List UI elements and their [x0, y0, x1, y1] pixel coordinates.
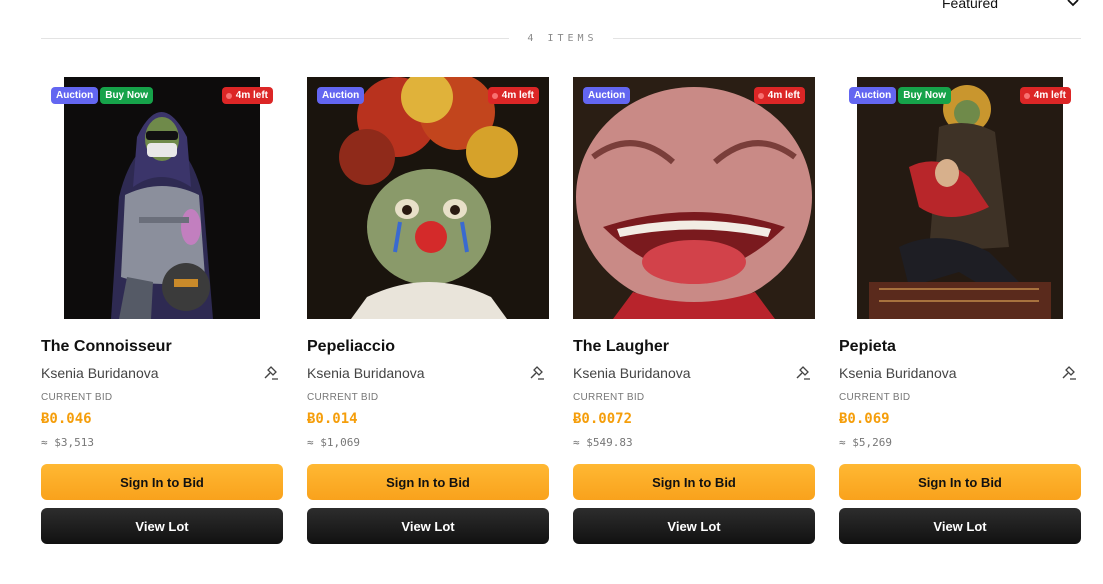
- time-left-badge: 4m left: [1019, 87, 1071, 104]
- artwork-connoisseur-image: [41, 77, 283, 319]
- timer-dot-icon: [1023, 92, 1030, 99]
- artist-name[interactable]: Ksenia Buridanova: [573, 365, 691, 381]
- sort-dropdown[interactable]: Featured: [942, 0, 1082, 13]
- items-count: 4 ITEMS: [527, 32, 598, 44]
- current-bid-value: Ƀ0.014: [307, 411, 358, 427]
- sign-in-to-bid-button[interactable]: Sign In to Bid: [41, 464, 283, 500]
- buy-now-badge: Buy Now: [100, 87, 153, 104]
- artist-row: Ksenia Buridanova: [573, 363, 815, 383]
- lot-card: Auction Buy Now 4m left The Connoisseur …: [41, 77, 283, 544]
- lot-artwork[interactable]: Auction 4m left: [307, 77, 549, 319]
- current-bid-label: CURRENT BID: [41, 392, 113, 403]
- usd-estimate: ≈ $3,513: [41, 436, 94, 449]
- sign-in-to-bid-button[interactable]: Sign In to Bid: [839, 464, 1081, 500]
- lot-title[interactable]: Pepeliaccio: [307, 337, 549, 357]
- timer-dot-icon: [757, 92, 764, 99]
- current-bid-label: CURRENT BID: [839, 392, 911, 403]
- current-bid-value: Ƀ0.046: [41, 411, 92, 427]
- time-left-badge: 4m left: [753, 87, 805, 104]
- auction-badge: Auction: [317, 87, 365, 104]
- sign-in-to-bid-button[interactable]: Sign In to Bid: [307, 464, 549, 500]
- artwork-laugher-image: [573, 77, 815, 319]
- current-bid-label: CURRENT BID: [307, 392, 379, 403]
- time-left-text: 4m left: [767, 90, 800, 101]
- gavel-icon[interactable]: [263, 365, 279, 381]
- timer-dot-icon: [491, 92, 498, 99]
- lot-card: Auction 4m left The Laugher Ksenia Burid…: [573, 77, 815, 544]
- items-divider: 4 ITEMS: [41, 28, 1081, 48]
- badge-group: Auction: [317, 87, 365, 104]
- lot-artwork[interactable]: Auction Buy Now 4m left: [41, 77, 283, 319]
- time-left-text: 4m left: [501, 90, 534, 101]
- time-left-badge: 4m left: [221, 87, 273, 104]
- lot-artwork[interactable]: Auction 4m left: [573, 77, 815, 319]
- artist-name[interactable]: Ksenia Buridanova: [41, 365, 159, 381]
- gavel-icon[interactable]: [529, 365, 545, 381]
- view-lot-button[interactable]: View Lot: [307, 508, 549, 544]
- usd-estimate: ≈ $5,269: [839, 436, 892, 449]
- lot-title[interactable]: The Laugher: [573, 337, 815, 357]
- time-left-text: 4m left: [235, 90, 268, 101]
- view-lot-button[interactable]: View Lot: [839, 508, 1081, 544]
- time-left-text: 4m left: [1033, 90, 1066, 101]
- lot-title[interactable]: Pepieta: [839, 337, 1081, 357]
- artwork-pepieta-image: [839, 77, 1081, 319]
- view-lot-button[interactable]: View Lot: [41, 508, 283, 544]
- divider-line-left: [41, 37, 510, 39]
- lot-card: Auction Buy Now 4m left Pepieta Ksenia B…: [839, 77, 1081, 544]
- lots-grid: Auction Buy Now 4m left The Connoisseur …: [41, 77, 1081, 557]
- artist-name[interactable]: Ksenia Buridanova: [839, 365, 957, 381]
- badge-group: Auction: [583, 87, 631, 104]
- lot-artwork[interactable]: Auction Buy Now 4m left: [839, 77, 1081, 319]
- chevron-down-icon: [1067, 0, 1079, 7]
- view-lot-button[interactable]: View Lot: [573, 508, 815, 544]
- lot-card: Auction 4m left Pepeliaccio Ksenia Burid…: [307, 77, 549, 544]
- auction-badge: Auction: [51, 87, 99, 104]
- usd-estimate: ≈ $1,069: [307, 436, 360, 449]
- current-bid-value: Ƀ0.069: [839, 411, 890, 427]
- usd-estimate: ≈ $549.83: [573, 436, 633, 449]
- auction-badge: Auction: [583, 87, 631, 104]
- artist-name[interactable]: Ksenia Buridanova: [307, 365, 425, 381]
- divider-line-right: [612, 37, 1081, 39]
- artwork-pepeliaccio-image: [307, 77, 549, 319]
- sign-in-to-bid-button[interactable]: Sign In to Bid: [573, 464, 815, 500]
- auction-badge: Auction: [849, 87, 897, 104]
- current-bid-value: Ƀ0.0072: [573, 411, 633, 427]
- badge-group: Auction Buy Now: [849, 87, 951, 104]
- time-left-badge: 4m left: [487, 87, 539, 104]
- buy-now-badge: Buy Now: [898, 87, 951, 104]
- gavel-icon[interactable]: [1061, 365, 1077, 381]
- sort-selected-label: Featured: [942, 0, 999, 11]
- timer-dot-icon: [225, 92, 232, 99]
- artist-row: Ksenia Buridanova: [839, 363, 1081, 383]
- lot-title[interactable]: The Connoisseur: [41, 337, 283, 357]
- badge-group: Auction Buy Now: [51, 87, 153, 104]
- current-bid-label: CURRENT BID: [573, 392, 645, 403]
- artist-row: Ksenia Buridanova: [41, 363, 283, 383]
- gavel-icon[interactable]: [795, 365, 811, 381]
- artist-row: Ksenia Buridanova: [307, 363, 549, 383]
